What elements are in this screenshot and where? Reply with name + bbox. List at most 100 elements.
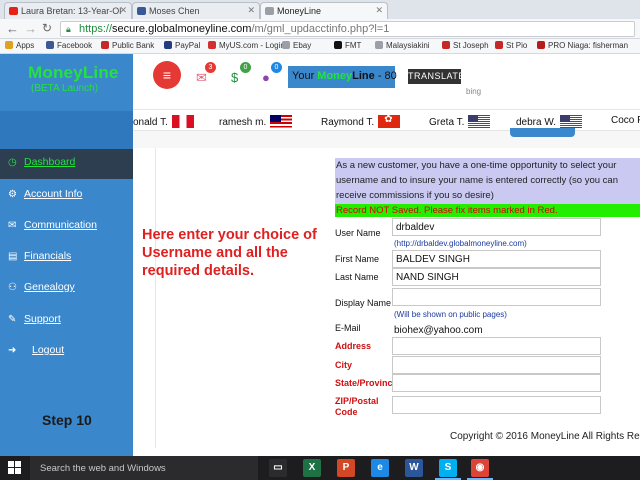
- taskbar-search-input[interactable]: Search the web and Windows: [30, 456, 258, 480]
- display-name-input[interactable]: [392, 288, 601, 306]
- bookmark-item[interactable]: FMT: [334, 41, 361, 50]
- info-message: As a new customer, you have a one-time o…: [335, 158, 640, 204]
- pro-icon: [537, 41, 545, 49]
- username-input[interactable]: [392, 218, 601, 236]
- start-tile: [15, 468, 21, 474]
- sidebar-item-label: Support: [24, 313, 61, 325]
- ticker-item: debra W.: [516, 115, 583, 128]
- ticker-name: onald T.: [133, 117, 168, 128]
- bookmark-item[interactable]: St Joseph: [442, 41, 489, 50]
- notification-envelope[interactable]: ✉ 3: [196, 62, 216, 86]
- forward-icon[interactable]: →: [24, 21, 37, 36]
- bookmark-label: Apps: [16, 41, 35, 50]
- translate-button[interactable]: TRANSLATE: [408, 69, 464, 84]
- email-value[interactable]: biohex@yahoo.com: [394, 325, 483, 336]
- first-name-input[interactable]: [392, 250, 601, 268]
- task-view-icon[interactable]: ▭: [269, 459, 287, 477]
- sidebar-header-strip: [0, 111, 133, 149]
- gear-icon: ⚙: [8, 189, 17, 200]
- powerpoint-icon[interactable]: P: [337, 459, 355, 477]
- notification-users[interactable]: ● 0: [262, 62, 282, 85]
- state-input[interactable]: [392, 374, 601, 392]
- annotation-instructions: Here enter your choice of Username and a…: [142, 227, 317, 279]
- sidebar-item-label: Communication: [24, 219, 97, 231]
- bookmark-label: PayPal: [175, 41, 201, 50]
- back-icon[interactable]: ←: [6, 21, 19, 36]
- ticker-name: debra W.: [516, 117, 557, 128]
- page-icon: [282, 41, 290, 49]
- browser-tab-strip: Laura Bretan: 13-Year-Ol ✕ Moses Chen ✕ …: [0, 0, 640, 19]
- bookmark-item[interactable]: PayPal: [164, 41, 200, 50]
- error-message: Record NOT Saved. Please fix items marke…: [335, 204, 640, 217]
- bookmark-label: FMT: [345, 41, 362, 50]
- sidebar-item-dashboard[interactable]: ◷ Dashboard: [8, 156, 75, 168]
- zip-label-line1: ZIP/Postal: [335, 396, 379, 406]
- ticker-name: Greta T.: [429, 117, 465, 128]
- bookmark-item[interactable]: Apps: [5, 41, 34, 50]
- sidebar-item-logout[interactable]: ➜ Logout: [8, 344, 64, 356]
- zip-label: ZIP/Postal Code: [335, 396, 379, 418]
- close-tab-icon[interactable]: ✕: [119, 5, 127, 16]
- bookmark-item[interactable]: Public Bank: [101, 41, 154, 50]
- ticker-item: Coco F: [611, 115, 640, 126]
- bank-icon: [101, 41, 109, 49]
- start-tile: [15, 461, 21, 467]
- sidebar-item-label: Genealogy: [24, 281, 75, 293]
- chrome-icon[interactable]: ◉: [471, 459, 489, 477]
- bookmark-label: Public Bank: [112, 41, 155, 50]
- sidebar-item-account-info[interactable]: ⚙ Account Info: [8, 188, 82, 200]
- zip-input[interactable]: [392, 396, 601, 414]
- address-input[interactable]: [392, 337, 601, 355]
- bookmark-item[interactable]: Malaysiakini: [375, 41, 430, 50]
- excel-icon[interactable]: X: [303, 459, 321, 477]
- ticker-name: Raymond T.: [321, 117, 375, 128]
- display-name-label: Display Name: [335, 298, 392, 308]
- page-icon: [375, 41, 383, 49]
- bookmark-item[interactable]: Facebook: [46, 41, 92, 50]
- sidebar-item-support[interactable]: ✎ Support: [8, 313, 61, 325]
- notification-dollar[interactable]: $0: [231, 62, 251, 85]
- city-label: City: [335, 360, 353, 370]
- reload-icon[interactable]: ↻: [42, 21, 52, 35]
- envelope-icon: ✉: [196, 70, 207, 85]
- url-domain: secure.globalmoneyline.com: [112, 23, 252, 35]
- url-input[interactable]: 🔒︎ https://secure.globalmoneyline.com/m/…: [60, 21, 635, 37]
- windows-start-icon[interactable]: [8, 461, 22, 475]
- skype-icon[interactable]: S: [439, 459, 457, 477]
- your-moneyline-balance[interactable]: Your MoneyLine - 80: [288, 66, 397, 88]
- lock-icon: 🔒︎: [66, 24, 71, 34]
- browser-tab-facebook[interactable]: Moses Chen ✕: [132, 2, 260, 19]
- sidebar-item-communication[interactable]: ✉ Communication: [8, 219, 97, 231]
- close-tab-icon[interactable]: ✕: [247, 5, 255, 16]
- zip-label-line2: Code: [335, 407, 358, 417]
- word-icon[interactable]: W: [405, 459, 423, 477]
- flag-hongkong-icon: [378, 115, 401, 128]
- edge-icon[interactable]: e: [371, 459, 389, 477]
- last-name-input[interactable]: [392, 268, 601, 286]
- windows-taskbar: Search the web and Windows ▭ X Pe W S ◉: [0, 456, 640, 480]
- bookmark-item[interactable]: Ebay: [282, 41, 311, 50]
- bookmark-item[interactable]: MyUS.com - Login: [208, 41, 285, 50]
- dollar-icon: $: [231, 70, 239, 85]
- apps-icon: [5, 41, 13, 49]
- ticker-name: ramesh m.: [219, 117, 267, 128]
- city-input[interactable]: [392, 356, 601, 374]
- logo[interactable]: MoneyLine (BETA Launch): [0, 54, 133, 110]
- bing-logo: bing: [466, 87, 482, 96]
- browser-tab-moneyline[interactable]: MoneyLine ✕: [260, 2, 388, 19]
- bookmark-item[interactable]: PRO Niaga: fisherman: [537, 41, 628, 50]
- ym-your: Your: [292, 70, 318, 82]
- ticker-name: Coco F: [611, 115, 640, 126]
- sidebar-item-financials[interactable]: ▤ Financials: [8, 250, 71, 262]
- first-name-label: First Name: [335, 254, 380, 264]
- close-tab-icon[interactable]: ✕: [375, 5, 383, 16]
- sidebar-item-label: Dashboard: [24, 156, 76, 168]
- username-hint[interactable]: (http://drbaldev.globalmoneyline.com): [394, 239, 527, 248]
- bookmark-item[interactable]: St Pio: [495, 41, 527, 50]
- page-icon: [265, 7, 274, 15]
- menu-button[interactable]: ≡: [153, 61, 181, 89]
- url-scheme: https://: [79, 23, 113, 35]
- browser-tab-youtube[interactable]: Laura Bretan: 13-Year-Ol ✕: [4, 2, 132, 19]
- page-icon: [442, 41, 450, 49]
- sidebar-item-genealogy[interactable]: ⚇ Genealogy: [8, 281, 75, 293]
